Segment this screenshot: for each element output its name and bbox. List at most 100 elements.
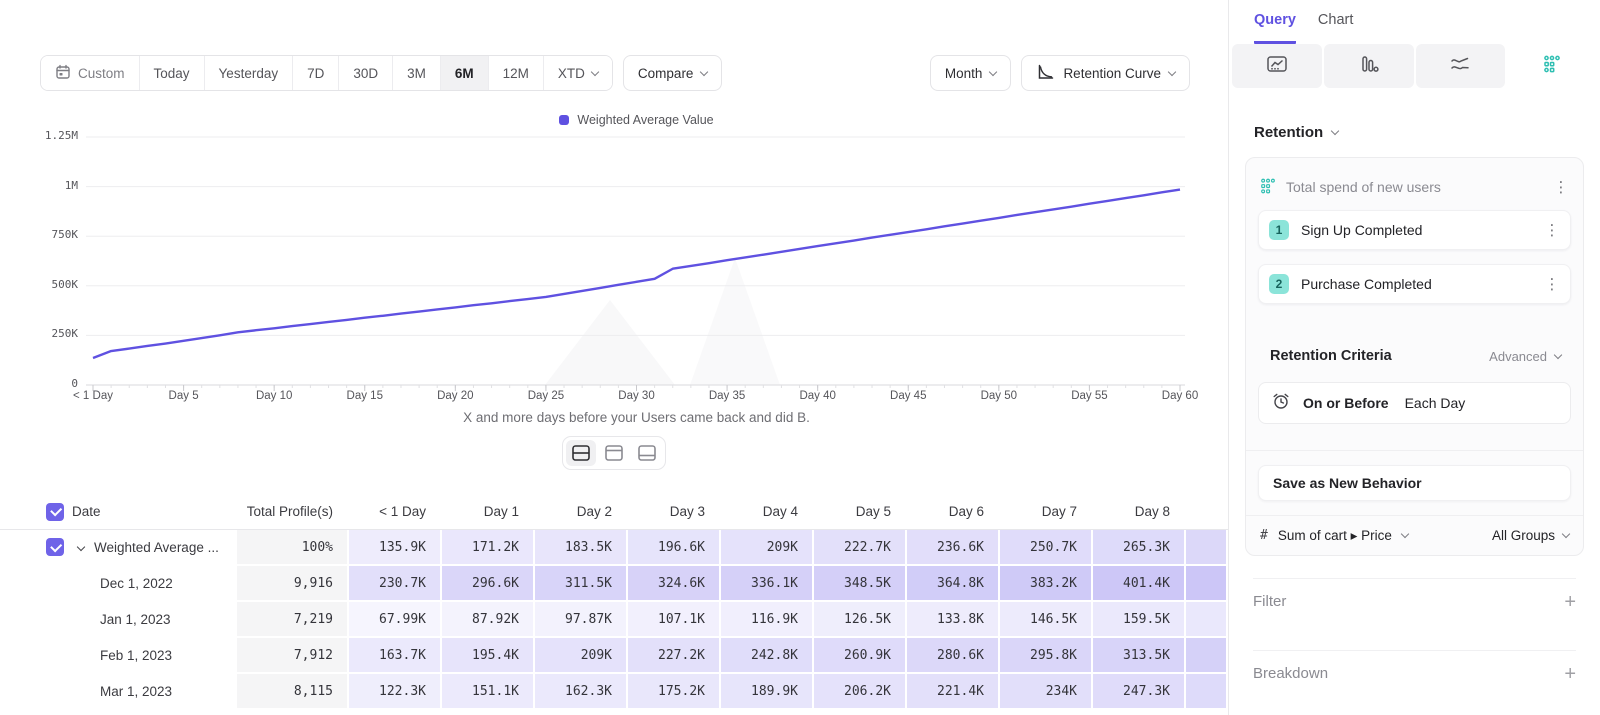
add-filter-button[interactable]: +	[1564, 592, 1576, 612]
group-by-dropdown[interactable]: All Groups	[1492, 528, 1569, 543]
row-label-cell: Jan 1, 2023	[0, 602, 237, 638]
table-row[interactable]: Dec 1, 20229,916230.7K296.6K311.5K324.6K…	[0, 566, 1228, 602]
row-label: Jan 1, 2023	[100, 612, 171, 627]
retention-value-cell: 401.4K	[1093, 566, 1186, 602]
filter-section: Filter +	[1253, 578, 1576, 624]
retention-value-cell: 227.2K	[628, 638, 721, 674]
timing-mode-label: On or Before	[1303, 395, 1389, 411]
step-card-2[interactable]: 2 Purchase Completed ⋮	[1258, 264, 1571, 304]
retention-line-series[interactable]	[93, 190, 1180, 358]
x-axis-tick-label: Day 40	[773, 390, 863, 402]
chevron-down-icon	[1401, 530, 1409, 538]
tab-query[interactable]: Query	[1254, 12, 1296, 44]
day-column-header: Day 6	[907, 494, 1000, 529]
retention-dots-icon	[1260, 178, 1276, 197]
x-axis-tick-label: Day 5	[139, 390, 229, 402]
retention-value-cell: 67.99K	[349, 602, 442, 638]
retention-value-cell: 135.9K	[349, 530, 442, 566]
x-axis-tick-label: Day 45	[863, 390, 953, 402]
retention-value-cell: 151.1K	[442, 674, 535, 710]
expand-chevron-icon[interactable]	[77, 543, 85, 551]
behavior-header[interactable]: Total spend of new users ⋮	[1258, 170, 1571, 204]
retention-value-cell: 265.3K	[1093, 530, 1186, 566]
kebab-menu-icon[interactable]: ⋮	[1544, 277, 1560, 292]
save-as-new-behavior-button[interactable]: Save as New Behavior	[1258, 465, 1571, 501]
report-tab-retention[interactable]	[1507, 44, 1597, 88]
x-axis-tick-label: Day 60	[1135, 390, 1225, 402]
x-axis-caption: X and more days before your Users came b…	[93, 410, 1180, 425]
day-column-header: Day 8	[1093, 494, 1186, 529]
report-tab-flows[interactable]	[1416, 44, 1506, 88]
retention-value-cell: 175.2K	[628, 674, 721, 710]
retention-value-cell: 209K	[535, 638, 628, 674]
retention-value-cell: 260.9K	[814, 638, 907, 674]
day-column-header: Day 4	[721, 494, 814, 529]
filter-label: Filter	[1253, 593, 1286, 610]
partial-retention-cell	[1186, 674, 1228, 710]
retention-value-cell: 296.6K	[442, 566, 535, 602]
retention-section-header[interactable]: Retention	[1254, 124, 1600, 141]
retention-value-cell: 107.1K	[628, 602, 721, 638]
day-column-header: Day 1	[442, 494, 535, 529]
table-only-view-toggle[interactable]	[632, 440, 662, 466]
retention-value-cell: 163.7K	[349, 638, 442, 674]
row-label-cell: Feb 1, 2023	[0, 638, 237, 674]
day-column-header: Day 7	[1000, 494, 1093, 529]
row-checkbox[interactable]	[46, 538, 64, 556]
y-axis-tick-label: 750K	[28, 228, 78, 241]
table-row[interactable]: Mar 1, 20238,115122.3K151.1K162.3K175.2K…	[0, 674, 1228, 710]
x-axis-tick-label: Day 15	[320, 390, 410, 402]
chart-only-view-icon	[605, 445, 623, 461]
partial-column-header	[1186, 494, 1228, 529]
chart-only-view-toggle[interactable]	[599, 440, 629, 466]
x-axis-tick-label: Day 35	[682, 390, 772, 402]
retention-dots-icon	[1543, 55, 1561, 78]
breakdown-section: Breakdown +	[1253, 650, 1576, 696]
retention-value-cell: 236.6K	[907, 530, 1000, 566]
criteria-timing-card[interactable]: On or Before Each Day	[1258, 382, 1571, 424]
retention-value-cell: 189.9K	[721, 674, 814, 710]
criteria-mode-dropdown[interactable]: Advanced	[1489, 349, 1561, 364]
retention-value-cell: 364.8K	[907, 566, 1000, 602]
panel-tabs: Query Chart	[1229, 0, 1600, 44]
column-header-label: Date	[72, 504, 101, 519]
retention-value-cell: 221.4K	[907, 674, 1000, 710]
chevron-down-icon	[1562, 530, 1570, 538]
add-breakdown-button[interactable]: +	[1564, 664, 1576, 684]
criteria-label: Retention Criteria	[1270, 348, 1392, 364]
x-axis-tick-label: Day 30	[592, 390, 682, 402]
kebab-menu-icon[interactable]: ⋮	[1544, 223, 1560, 238]
retention-value-cell: 196.6K	[628, 530, 721, 566]
day-column-header: Day 5	[814, 494, 907, 529]
tab-chart[interactable]: Chart	[1318, 12, 1353, 44]
step-event-label: Sign Up Completed	[1301, 222, 1422, 238]
behavior-card: Total spend of new users ⋮ 1 Sign Up Com…	[1245, 157, 1584, 556]
flows-icon	[1449, 54, 1471, 79]
table-row[interactable]: Weighted Average ...100%135.9K171.2K183.…	[0, 530, 1228, 566]
retention-criteria-row: Retention Criteria Advanced	[1270, 348, 1561, 364]
table-row[interactable]: Jan 1, 20237,21967.99K87.92K97.87K107.1K…	[0, 602, 1228, 638]
analytics-app: CustomTodayYesterday7D30D3M6M12MXTD Comp…	[0, 0, 1600, 715]
chevron-down-icon	[1554, 350, 1562, 358]
step-card-1[interactable]: 1 Sign Up Completed ⋮	[1258, 210, 1571, 250]
numeric-property-icon: #	[1260, 528, 1268, 543]
kebab-menu-icon[interactable]: ⋮	[1553, 180, 1569, 195]
report-tab-funnels[interactable]	[1324, 44, 1414, 88]
chart-plot	[0, 120, 1228, 420]
split-view-toggle[interactable]	[566, 440, 596, 466]
select-all-checkbox[interactable]	[46, 503, 64, 521]
retention-value-cell: 97.87K	[535, 602, 628, 638]
total-profiles-cell: 100%	[237, 530, 349, 566]
row-label: Mar 1, 2023	[100, 684, 172, 699]
total-profiles-column-header: Total Profile(s)	[237, 494, 349, 529]
group-label: All Groups	[1492, 528, 1555, 543]
retention-value-cell: 126.5K	[814, 602, 907, 638]
retention-value-cell: 313.5K	[1093, 638, 1186, 674]
retention-value-cell: 159.5K	[1093, 602, 1186, 638]
retention-value-cell: 162.3K	[535, 674, 628, 710]
table-row[interactable]: Feb 1, 20237,912163.7K195.4K209K227.2K24…	[0, 638, 1228, 674]
measure-property-label[interactable]: Sum of cart ▸ Price	[1278, 528, 1392, 544]
row-label: Weighted Average ...	[94, 540, 219, 555]
report-tab-insights[interactable]	[1232, 44, 1322, 88]
retention-value-cell: 209K	[721, 530, 814, 566]
